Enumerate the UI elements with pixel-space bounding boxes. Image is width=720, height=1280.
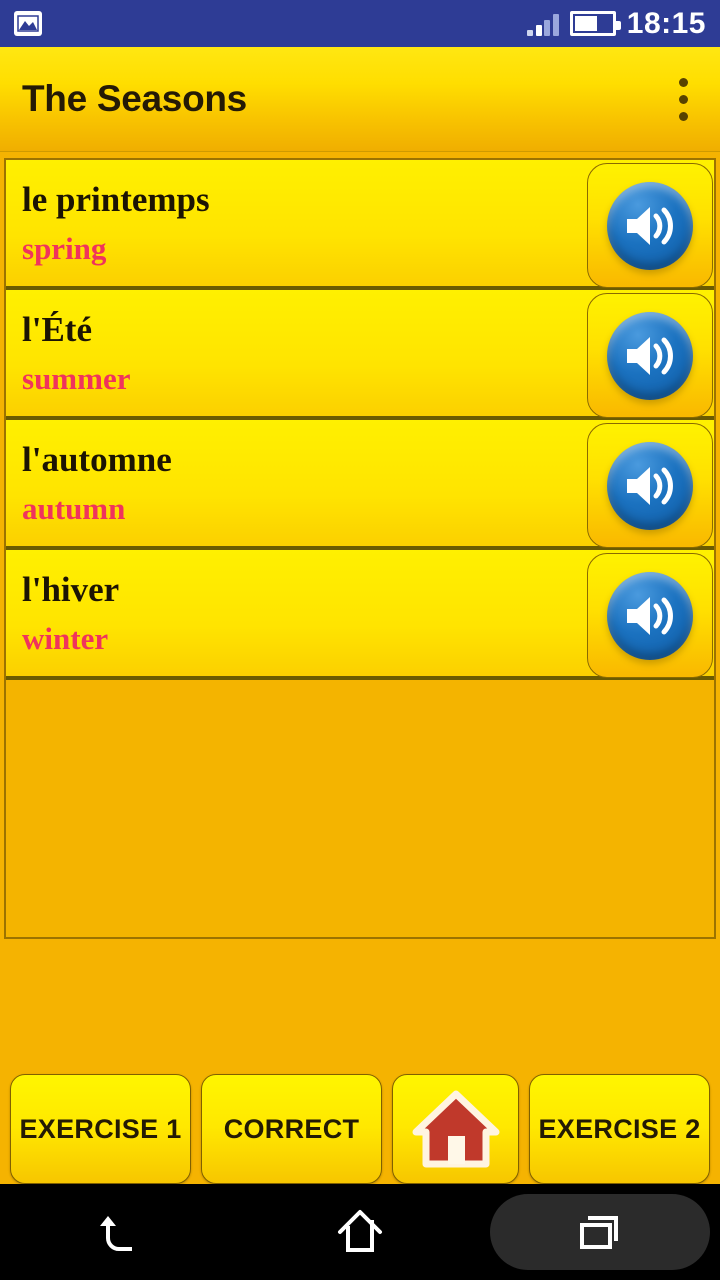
home-house-icon (410, 1088, 502, 1170)
speaker-button[interactable] (587, 293, 713, 418)
row-texts: le printemps spring (22, 182, 584, 264)
gallery-image-icon (14, 11, 42, 36)
speaker-icon (607, 181, 693, 270)
android-nav-bar (0, 1184, 720, 1280)
french-term: l'Été (22, 310, 92, 349)
row-texts: l'hiver winter (22, 572, 584, 654)
english-translation: autumn (22, 491, 126, 526)
french-term: l'automne (22, 440, 172, 479)
signal-bars-icon (527, 12, 559, 36)
app-bar: The Seasons (0, 47, 720, 152)
exercise-2-button[interactable]: EXERCISE 2 (529, 1074, 710, 1184)
home-button[interactable] (392, 1074, 519, 1184)
vocabulary-list: le printemps spring l'Été summer l'autom… (4, 158, 716, 939)
status-bar-clock: 18:15 (626, 6, 706, 40)
english-translation: spring (22, 231, 107, 266)
exercise-1-label: EXERCISE 1 (19, 1113, 182, 1144)
speaker-button[interactable] (587, 553, 713, 678)
speaker-icon (607, 311, 693, 400)
back-arrow-icon[interactable] (0, 1184, 240, 1280)
row-texts: l'Été summer (22, 312, 584, 394)
overflow-menu-icon[interactable] (669, 66, 698, 133)
correct-button[interactable]: CORRECT (201, 1074, 382, 1184)
french-term: l'hiver (22, 570, 120, 609)
speaker-icon (607, 571, 693, 660)
speaker-icon (607, 441, 693, 530)
french-term: le printemps (22, 180, 210, 219)
battery-icon (569, 11, 621, 36)
page-title: The Seasons (22, 78, 247, 119)
correct-label: CORRECT (223, 1113, 360, 1144)
speaker-button[interactable] (587, 423, 713, 548)
status-bar: 18:15 (0, 0, 720, 47)
table-row[interactable]: l'Été summer (6, 290, 714, 420)
table-row[interactable]: le printemps spring (6, 160, 714, 290)
english-translation: winter (22, 621, 109, 656)
english-translation: summer (22, 361, 131, 396)
list-empty-area (6, 680, 714, 929)
exercise-1-button[interactable]: EXERCISE 1 (10, 1074, 191, 1184)
status-bar-indicators: 18:15 (527, 7, 706, 41)
speaker-button[interactable] (587, 163, 713, 288)
phone-screen: 18:15 The Seasons le printemps spring l'… (0, 0, 720, 1280)
table-row[interactable]: l'hiver winter (6, 550, 714, 680)
bottom-button-bar: EXERCISE 1 CORRECT EXERCISE 2 (0, 1074, 720, 1184)
exercise-2-label: EXERCISE 2 (538, 1113, 701, 1144)
row-texts: l'automne autumn (22, 442, 584, 524)
recents-squares-icon[interactable] (480, 1184, 720, 1280)
home-outline-icon[interactable] (240, 1184, 480, 1280)
status-bar-notifications (14, 11, 42, 36)
table-row[interactable]: l'automne autumn (6, 420, 714, 550)
